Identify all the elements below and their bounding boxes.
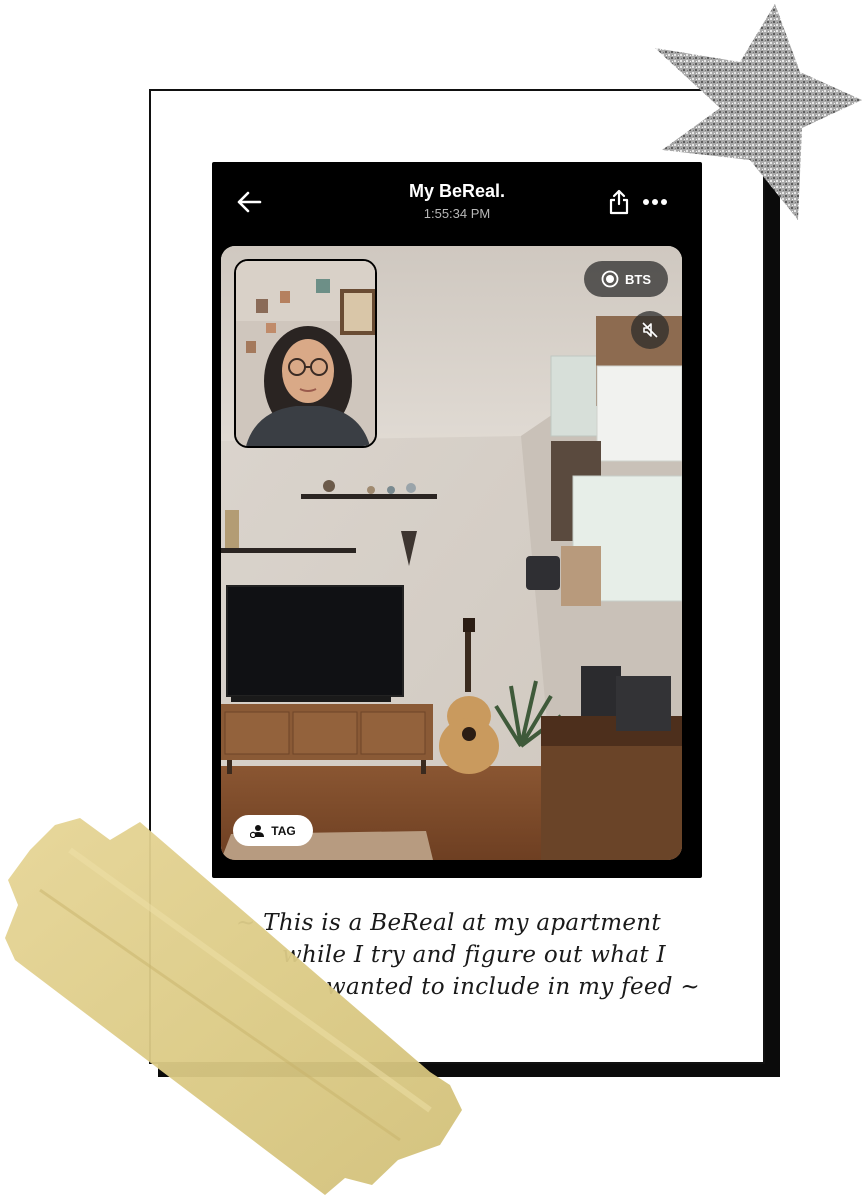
tape-sticker — [5, 818, 462, 1195]
mute-button[interactable] — [631, 311, 669, 349]
mute-icon — [642, 322, 658, 338]
bts-button[interactable]: BTS — [584, 261, 668, 297]
star-sticker — [655, 4, 862, 220]
selfie-inset[interactable] — [234, 259, 377, 448]
bereal-screen: My BeReal. 1:55:34 PM BTS TAG — [212, 162, 702, 878]
main-photo[interactable]: BTS TAG — [221, 246, 682, 860]
bts-label: BTS — [625, 271, 651, 287]
selfie-photo — [236, 261, 375, 446]
share-icon[interactable] — [608, 189, 630, 215]
bts-record-icon — [601, 270, 619, 288]
